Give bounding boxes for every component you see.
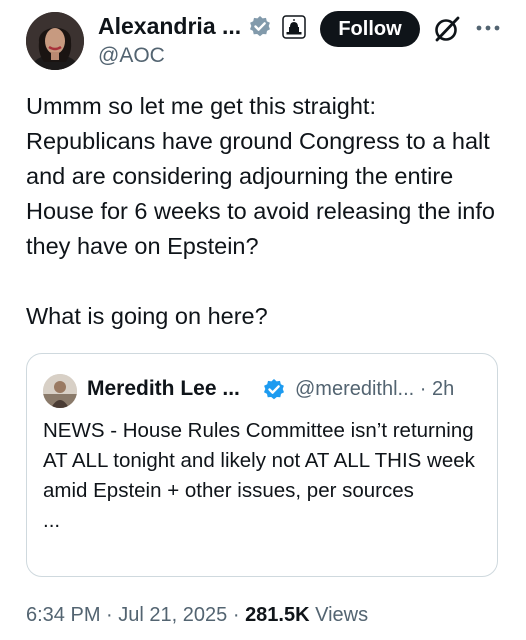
separator-dot: · xyxy=(419,378,427,400)
separator-dot: · xyxy=(106,604,113,626)
quoted-tweet[interactable]: Meredith Lee ... @meredithl... · 2h NEWS… xyxy=(26,353,498,577)
quoted-timestamp[interactable]: 2h xyxy=(432,378,454,400)
quoted-author-meta: @meredithl... · 2h xyxy=(295,378,454,401)
more-dots-icon[interactable] xyxy=(474,16,502,40)
author-handle[interactable]: @AOC xyxy=(98,44,165,68)
grok-icon[interactable] xyxy=(432,14,462,44)
separator-dot: · xyxy=(232,604,240,626)
tweet-date[interactable]: Jul 21, 2025 xyxy=(118,604,227,626)
tweet-paragraph: What is going on here? xyxy=(26,303,268,329)
quoted-author-avatar[interactable] xyxy=(43,374,77,408)
author-name[interactable]: Alexandria ... xyxy=(98,13,241,40)
author-avatar[interactable] xyxy=(26,12,84,70)
follow-button[interactable]: Follow xyxy=(320,11,420,47)
tweet-header: Alexandria ... @AOC Follow xyxy=(0,0,526,80)
tweet-paragraph: Ummm so let me get this straight: Republ… xyxy=(26,93,495,259)
verified-blue-badge-icon xyxy=(262,378,286,402)
quoted-ellipsis: ... xyxy=(43,509,61,532)
quoted-paragraph: NEWS - House Rules Committee isn’t retur… xyxy=(43,419,475,502)
tweet-time[interactable]: 6:34 PM xyxy=(26,604,100,626)
views-count: 281.5K xyxy=(245,604,310,626)
tweet-meta: 6:34 PM · Jul 21, 2025 · 281.5K Views xyxy=(26,604,368,627)
verified-gray-badge-icon xyxy=(248,15,272,39)
capitol-building-icon xyxy=(282,15,306,39)
quoted-tweet-text: NEWS - House Rules Committee isn’t retur… xyxy=(43,416,483,536)
tweet-text: Ummm so let me get this straight: Republ… xyxy=(26,89,506,334)
quoted-author-name[interactable]: Meredith Lee ... xyxy=(87,377,240,401)
quoted-author-handle[interactable]: @meredithl... xyxy=(295,378,414,400)
views-label: Views xyxy=(315,604,369,626)
